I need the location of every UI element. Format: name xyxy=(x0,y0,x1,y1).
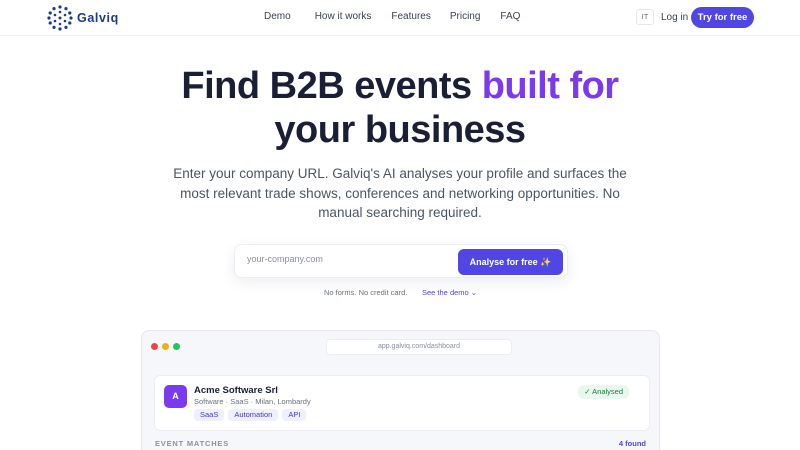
window-close-dot xyxy=(151,343,158,350)
brand-logo[interactable]: Galviq xyxy=(46,4,119,32)
status-badge: ✓ Analysed xyxy=(578,385,629,399)
hero-title-accent: built for xyxy=(481,65,619,107)
analyse-for-free-button[interactable]: Analyse for free ✨ xyxy=(458,249,563,275)
window-maximize-dot xyxy=(173,343,180,350)
url-search-box: Analyse for free ✨ xyxy=(234,244,568,278)
nav-link-how-it-works[interactable]: How it works xyxy=(315,11,372,22)
try-for-free-button[interactable]: Try for free xyxy=(691,7,754,28)
logo-dots-icon xyxy=(47,5,73,31)
tag-api: API xyxy=(282,409,307,421)
dashboard-preview: app.galviq.com/dashboard A Acme Software… xyxy=(141,330,660,450)
tag-saas: SaaS xyxy=(194,409,225,421)
window-minimize-dot xyxy=(162,343,169,350)
company-avatar: A xyxy=(164,385,187,408)
preview-url-bar: app.galviq.com/dashboard xyxy=(326,339,512,355)
company-name: Acme Software Srl xyxy=(194,385,278,396)
company-meta: Software · SaaS · Milan, Lombardy xyxy=(194,397,311,406)
company-url-input[interactable] xyxy=(247,254,447,264)
hero-title-line2: your business xyxy=(274,109,526,151)
language-switch[interactable]: IT xyxy=(636,9,654,25)
hero-subtitle: Enter your company URL. Galviq's AI anal… xyxy=(173,166,627,220)
event-matches-count: 4 found xyxy=(618,439,646,448)
window-controls xyxy=(151,343,180,350)
nav-link-demo[interactable]: Demo xyxy=(264,11,291,22)
top-navbar: Galviq Demo How it works Features Pricin… xyxy=(0,0,800,36)
hero-title: Find B2B events built for your business xyxy=(0,64,800,152)
see-demo-link[interactable]: See the demo ⌄ xyxy=(422,288,477,297)
tag-automation: Automation xyxy=(228,409,279,421)
nav-link-pricing[interactable]: Pricing xyxy=(450,11,481,22)
nav-links: Demo How it works Features Pricing FAQ xyxy=(264,11,544,22)
hero-title-plain: Find B2B events xyxy=(181,65,482,107)
brand-name: Galviq xyxy=(77,11,119,25)
no-forms-hint: No forms. No credit card. xyxy=(324,288,408,297)
nav-link-faq[interactable]: FAQ xyxy=(500,11,520,22)
login-link[interactable]: Log in xyxy=(661,12,688,23)
nav-link-features[interactable]: Features xyxy=(391,11,430,22)
company-tags: SaaS Automation API xyxy=(194,409,307,421)
event-matches-label: EVENT MATCHES xyxy=(155,439,230,448)
company-card: A Acme Software Srl Software · SaaS · Mi… xyxy=(154,375,650,431)
